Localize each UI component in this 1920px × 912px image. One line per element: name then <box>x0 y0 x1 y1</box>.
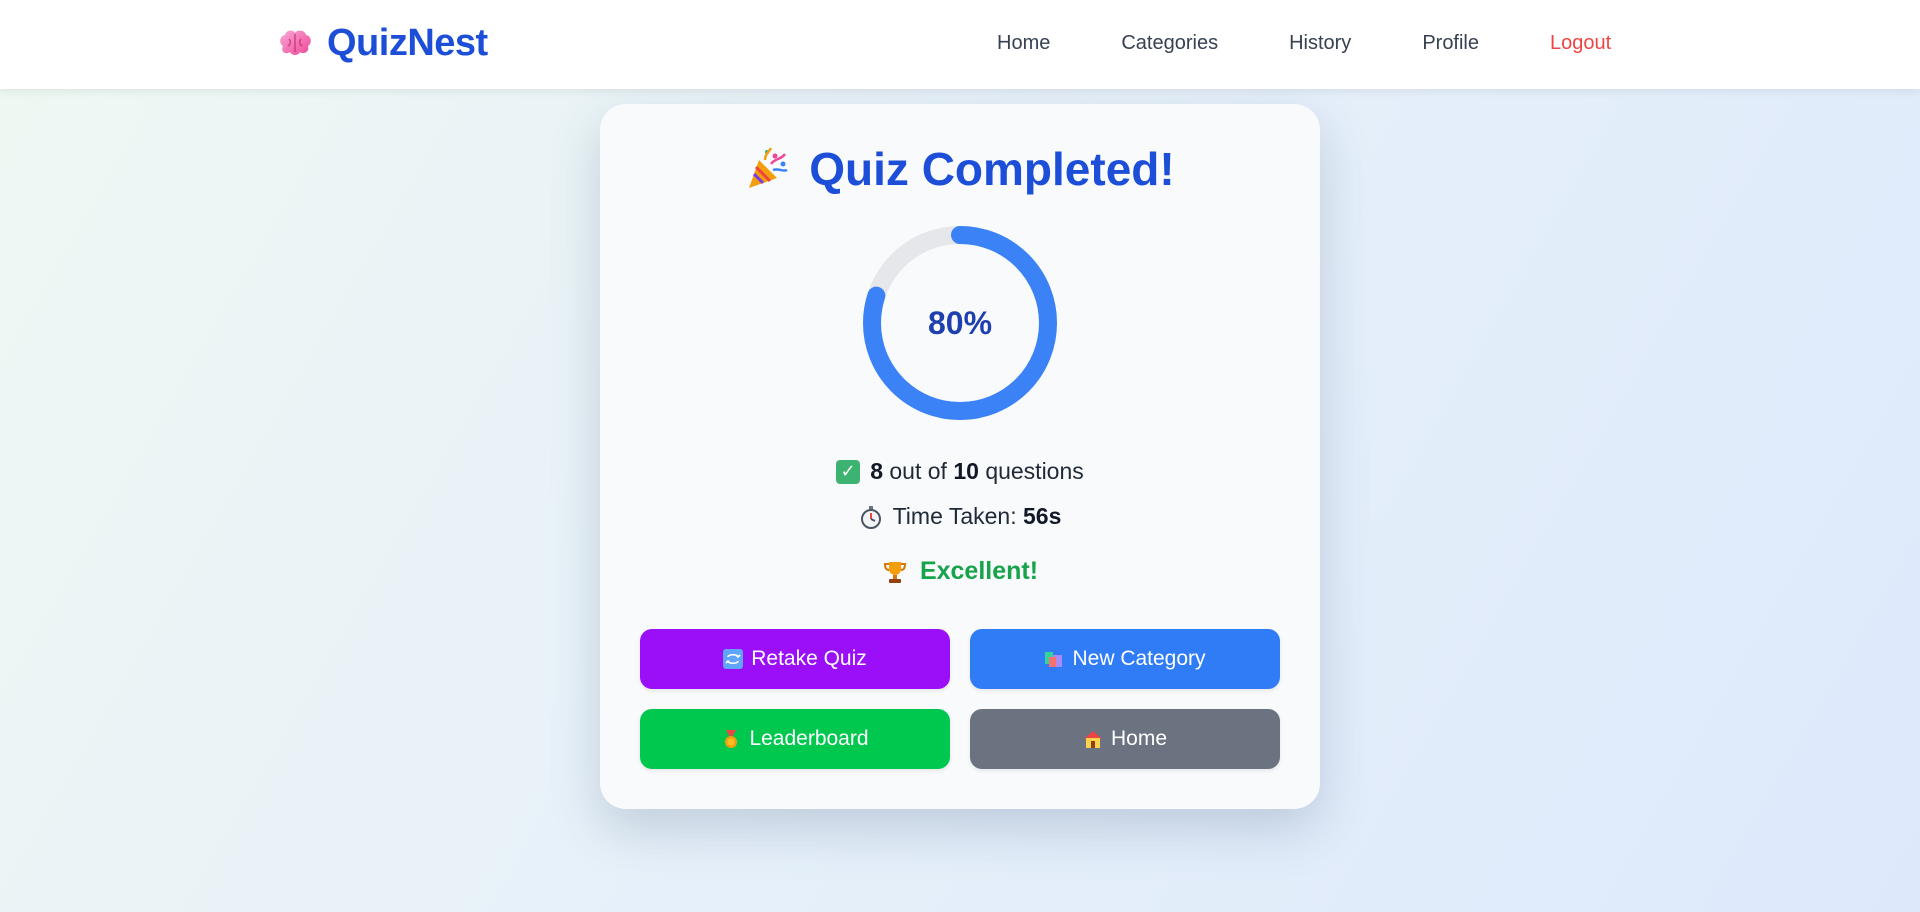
out-of-text: out of <box>889 458 947 484</box>
retake-quiz-button[interactable]: Retake Quiz <box>640 629 950 689</box>
new-category-button[interactable]: New Category <box>970 629 1280 689</box>
trophy-icon <box>883 561 906 583</box>
brain-icon <box>280 30 311 55</box>
score-ring: 80% <box>862 225 1058 421</box>
result-card: Quiz Completed! 80% ✓ 8 out of 10 questi… <box>600 104 1320 809</box>
medal-icon <box>725 730 738 748</box>
correct-count: 8 <box>870 458 883 484</box>
questions-text: questions <box>985 458 1084 484</box>
nav-item-home[interactable]: Home <box>997 32 1050 55</box>
time-label: Time Taken: <box>892 503 1017 529</box>
time-summary: Time Taken: 56s <box>600 503 1320 530</box>
page-title: Quiz Completed! <box>809 143 1175 195</box>
leaderboard-button[interactable]: Leaderboard <box>640 709 950 769</box>
brand-name: QuizNest <box>327 22 488 64</box>
score-summary: ✓ 8 out of 10 questions <box>600 458 1320 485</box>
stopwatch-icon <box>860 505 881 529</box>
nav-item-logout[interactable]: Logout <box>1550 32 1611 55</box>
home-label: Home <box>1110 727 1168 750</box>
brand-logo[interactable]: QuizNest <box>275 22 488 65</box>
repeat-icon <box>723 649 744 669</box>
time-value: 56s <box>1023 503 1062 529</box>
total-count: 10 <box>953 458 979 484</box>
party-popper-icon <box>749 147 788 188</box>
nav-item-categories[interactable]: Categories <box>1121 32 1218 55</box>
verdict: Excellent! <box>600 557 1320 586</box>
score-percent: 80% <box>927 304 993 341</box>
new-category-label: New Category <box>1072 647 1206 670</box>
result-title: Quiz Completed! <box>600 142 1320 196</box>
nav-item-history[interactable]: History <box>1289 32 1351 55</box>
nav-item-profile[interactable]: Profile <box>1422 32 1479 55</box>
home-button[interactable]: Home <box>970 709 1280 769</box>
retake-quiz-label: Retake Quiz <box>751 647 867 670</box>
nav-links: Home Categories History Profile Logout <box>997 32 1611 55</box>
house-icon <box>1083 731 1102 748</box>
leaderboard-label: Leaderboard <box>749 727 869 750</box>
check-mark-icon: ✓ <box>836 459 861 484</box>
top-navbar: QuizNest Home Categories History Profile… <box>0 0 1920 89</box>
books-icon <box>1045 652 1063 667</box>
verdict-text: Excellent! <box>919 557 1039 585</box>
